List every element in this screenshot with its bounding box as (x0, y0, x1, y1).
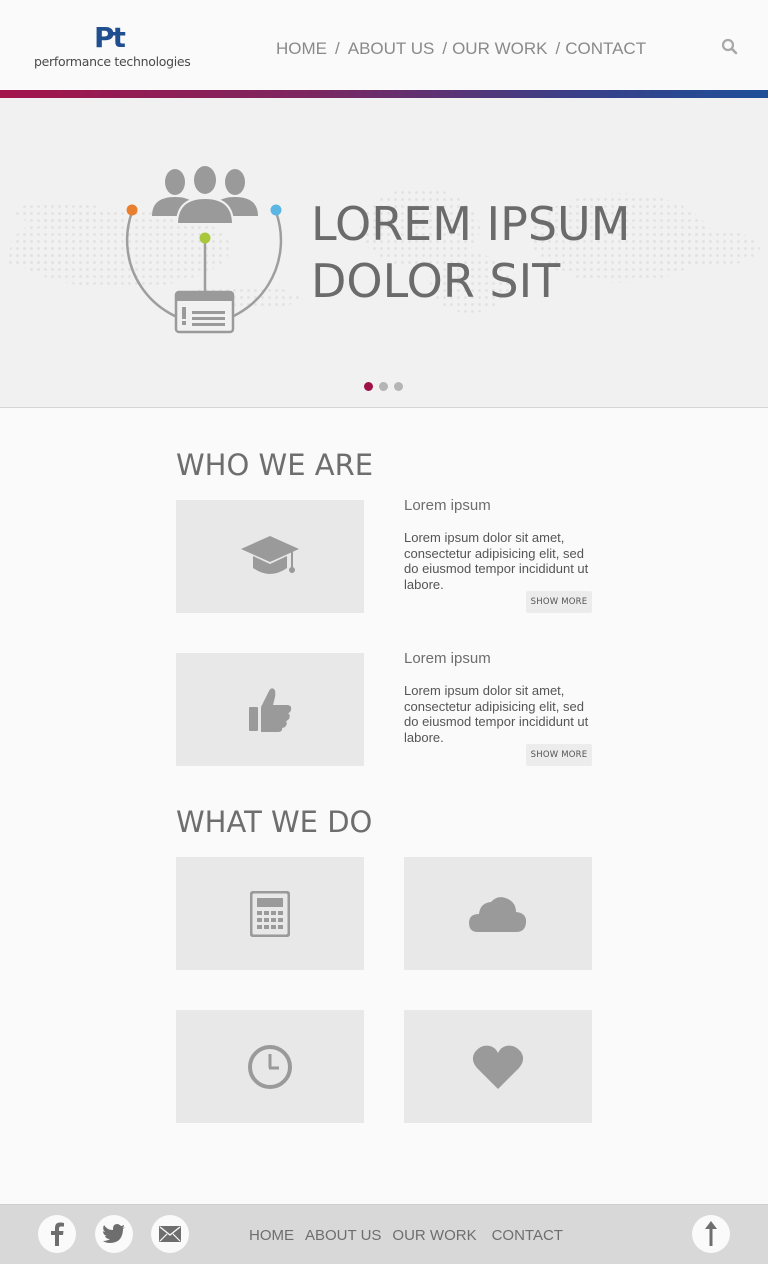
what-we-do-tile-3[interactable] (176, 1010, 364, 1123)
slider-dot-2[interactable] (379, 382, 388, 391)
who-we-are-item-1-title: Lorem ipsum (404, 497, 491, 514)
thumbs-up-icon (249, 687, 292, 732)
slider-dots (364, 382, 403, 391)
heart-icon (472, 1045, 524, 1089)
footer-nav: HOME ABOUT US OUR WORK CONTACT (249, 1227, 574, 1244)
nav-separator: / (442, 39, 448, 58)
nav-home[interactable]: HOME (276, 39, 327, 59)
brand-gradient-bar (0, 90, 768, 98)
show-more-button[interactable]: SHOW MORE (526, 744, 592, 766)
who-we-are-title: WHO WE ARE (176, 448, 374, 482)
search-icon (721, 38, 738, 55)
site-footer: HOME ABOUT US OUR WORK CONTACT (0, 1204, 768, 1264)
people-network-icon (125, 166, 283, 334)
mail-icon (159, 1226, 181, 1242)
logo-text: performance technologies (34, 54, 191, 69)
graduation-cap-icon (241, 535, 299, 574)
site-header: Pt performance technologies HOME / ABOUT… (0, 0, 768, 90)
twitter-button[interactable] (95, 1215, 133, 1253)
show-more-button[interactable]: SHOW MORE (526, 591, 592, 613)
nav-contact[interactable]: CONTACT (565, 39, 646, 59)
hero-title: LOREM IPSUM DOLOR SIT (311, 196, 731, 310)
clock-icon (248, 1044, 292, 1089)
nav-separator: / (555, 39, 561, 58)
facebook-icon (51, 1222, 64, 1246)
slider-dot-3[interactable] (394, 382, 403, 391)
nav-about-us[interactable]: ABOUT US (348, 39, 435, 59)
footer-nav-home[interactable]: HOME (249, 1227, 294, 1244)
footer-nav-contact[interactable]: CONTACT (492, 1227, 563, 1244)
who-we-are-tile-2 (176, 653, 364, 766)
main-nav: HOME / ABOUT US / OUR WORK / CONTACT (276, 38, 646, 60)
nav-our-work[interactable]: OUR WORK (452, 39, 547, 59)
hero-title-line-1: LOREM IPSUM (311, 197, 631, 251)
arrow-up-icon (705, 1221, 717, 1246)
logo-mark: Pt (94, 21, 126, 54)
slider-dot-1[interactable] (364, 382, 373, 391)
what-we-do-tile-4[interactable] (404, 1010, 592, 1123)
back-to-top-button[interactable] (692, 1215, 730, 1253)
calculator-icon (250, 890, 290, 937)
mail-button[interactable] (151, 1215, 189, 1253)
footer-nav-about-us[interactable]: ABOUT US (305, 1227, 381, 1244)
what-we-do-tile-2[interactable] (404, 857, 592, 970)
what-we-do-title: WHAT WE DO (176, 805, 373, 839)
who-we-are-item-2-body: Lorem ipsum dolor sit amet, consectetur … (404, 683, 589, 745)
hero-title-line-2: DOLOR SIT (311, 254, 561, 308)
search-button[interactable] (720, 37, 740, 57)
twitter-icon (103, 1224, 125, 1243)
nav-separator: / (335, 39, 340, 58)
who-we-are-item-1-body: Lorem ipsum dolor sit amet, consectetur … (404, 530, 589, 592)
who-we-are-tile-1 (176, 500, 364, 613)
who-we-are-item-2-title: Lorem ipsum (404, 650, 491, 667)
what-we-do-tile-1[interactable] (176, 857, 364, 970)
facebook-button[interactable] (38, 1215, 76, 1253)
cloud-icon (469, 896, 527, 932)
hero-slider: LOREM IPSUM DOLOR SIT (0, 98, 768, 408)
logo[interactable]: Pt performance technologies (34, 24, 204, 74)
footer-nav-our-work[interactable]: OUR WORK (392, 1227, 476, 1244)
